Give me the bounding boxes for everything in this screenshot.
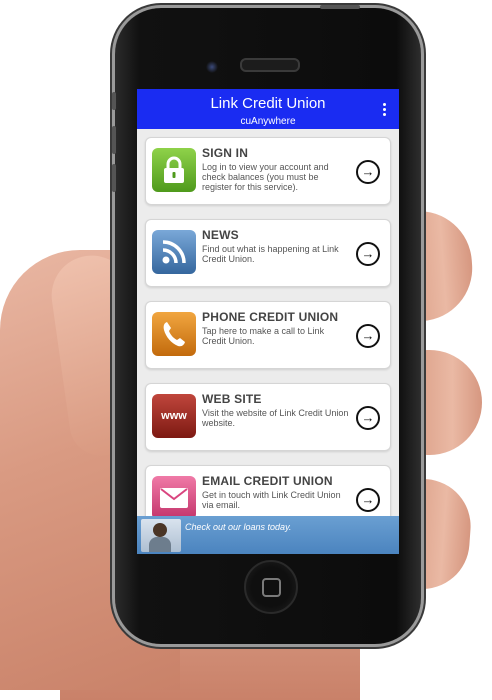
www-icon: www — [152, 394, 196, 438]
phone-screen: Link Credit Union cuAnywhere SIGN IN Log… — [137, 89, 399, 554]
arrow-right-icon[interactable]: → — [356, 488, 380, 512]
home-square-icon — [261, 577, 281, 597]
arrow-right-icon[interactable]: → — [356, 324, 380, 348]
menu-item-title: NEWS — [202, 228, 239, 242]
phone-icon — [152, 312, 196, 356]
kebab-menu-icon[interactable] — [383, 103, 387, 116]
front-camera — [206, 61, 218, 73]
banner-person-image — [141, 519, 181, 552]
menu-item-news[interactable]: NEWS Find out what is happening at Link … — [145, 219, 391, 287]
arrow-right-icon[interactable]: → — [356, 242, 380, 266]
volume-up-button — [112, 126, 116, 154]
menu-item-description: Visit the website of Link Credit Union w… — [202, 408, 349, 428]
menu-item-description: Get in touch with Link Credit Union via … — [202, 490, 341, 510]
volume-down-button — [112, 164, 116, 192]
menu-item-title: EMAIL CREDIT UNION — [202, 474, 333, 488]
menu-item-description: Log in to view your account and check ba… — [202, 162, 329, 192]
menu-item-title: WEB SITE — [202, 392, 262, 406]
menu-item-description: Find out what is happening at Link Credi… — [202, 244, 339, 264]
menu-item-description: Tap here to make a call to Link Credit U… — [202, 326, 325, 346]
rss-icon — [152, 230, 196, 274]
app-subtitle: cuAnywhere — [240, 116, 296, 127]
menu-item-phone[interactable]: PHONE CREDIT UNION Tap here to make a ca… — [145, 301, 391, 369]
app-title: Link Credit Union — [210, 95, 326, 112]
www-icon-label: www — [161, 410, 187, 422]
home-button[interactable] — [244, 560, 298, 614]
envelope-icon — [152, 476, 196, 520]
arrow-right-icon[interactable]: → — [356, 406, 380, 430]
power-button — [320, 5, 360, 9]
menu-item-sign-in[interactable]: SIGN IN Log in to view your account and … — [145, 137, 391, 205]
promo-banner[interactable]: Check out our loans today. — [137, 516, 399, 554]
banner-text: Check out our loans today. — [185, 522, 292, 532]
menu-item-title: PHONE CREDIT UNION — [202, 310, 339, 324]
menu-item-website[interactable]: www WEB SITE Visit the website of Link C… — [145, 383, 391, 451]
arrow-right-icon[interactable]: → — [356, 160, 380, 184]
app-header: Link Credit Union cuAnywhere — [137, 89, 399, 129]
mute-switch — [112, 92, 116, 110]
lock-icon — [152, 148, 196, 192]
earpiece-speaker — [240, 58, 300, 72]
menu-list: SIGN IN Log in to view your account and … — [137, 129, 399, 533]
menu-item-title: SIGN IN — [202, 146, 249, 160]
